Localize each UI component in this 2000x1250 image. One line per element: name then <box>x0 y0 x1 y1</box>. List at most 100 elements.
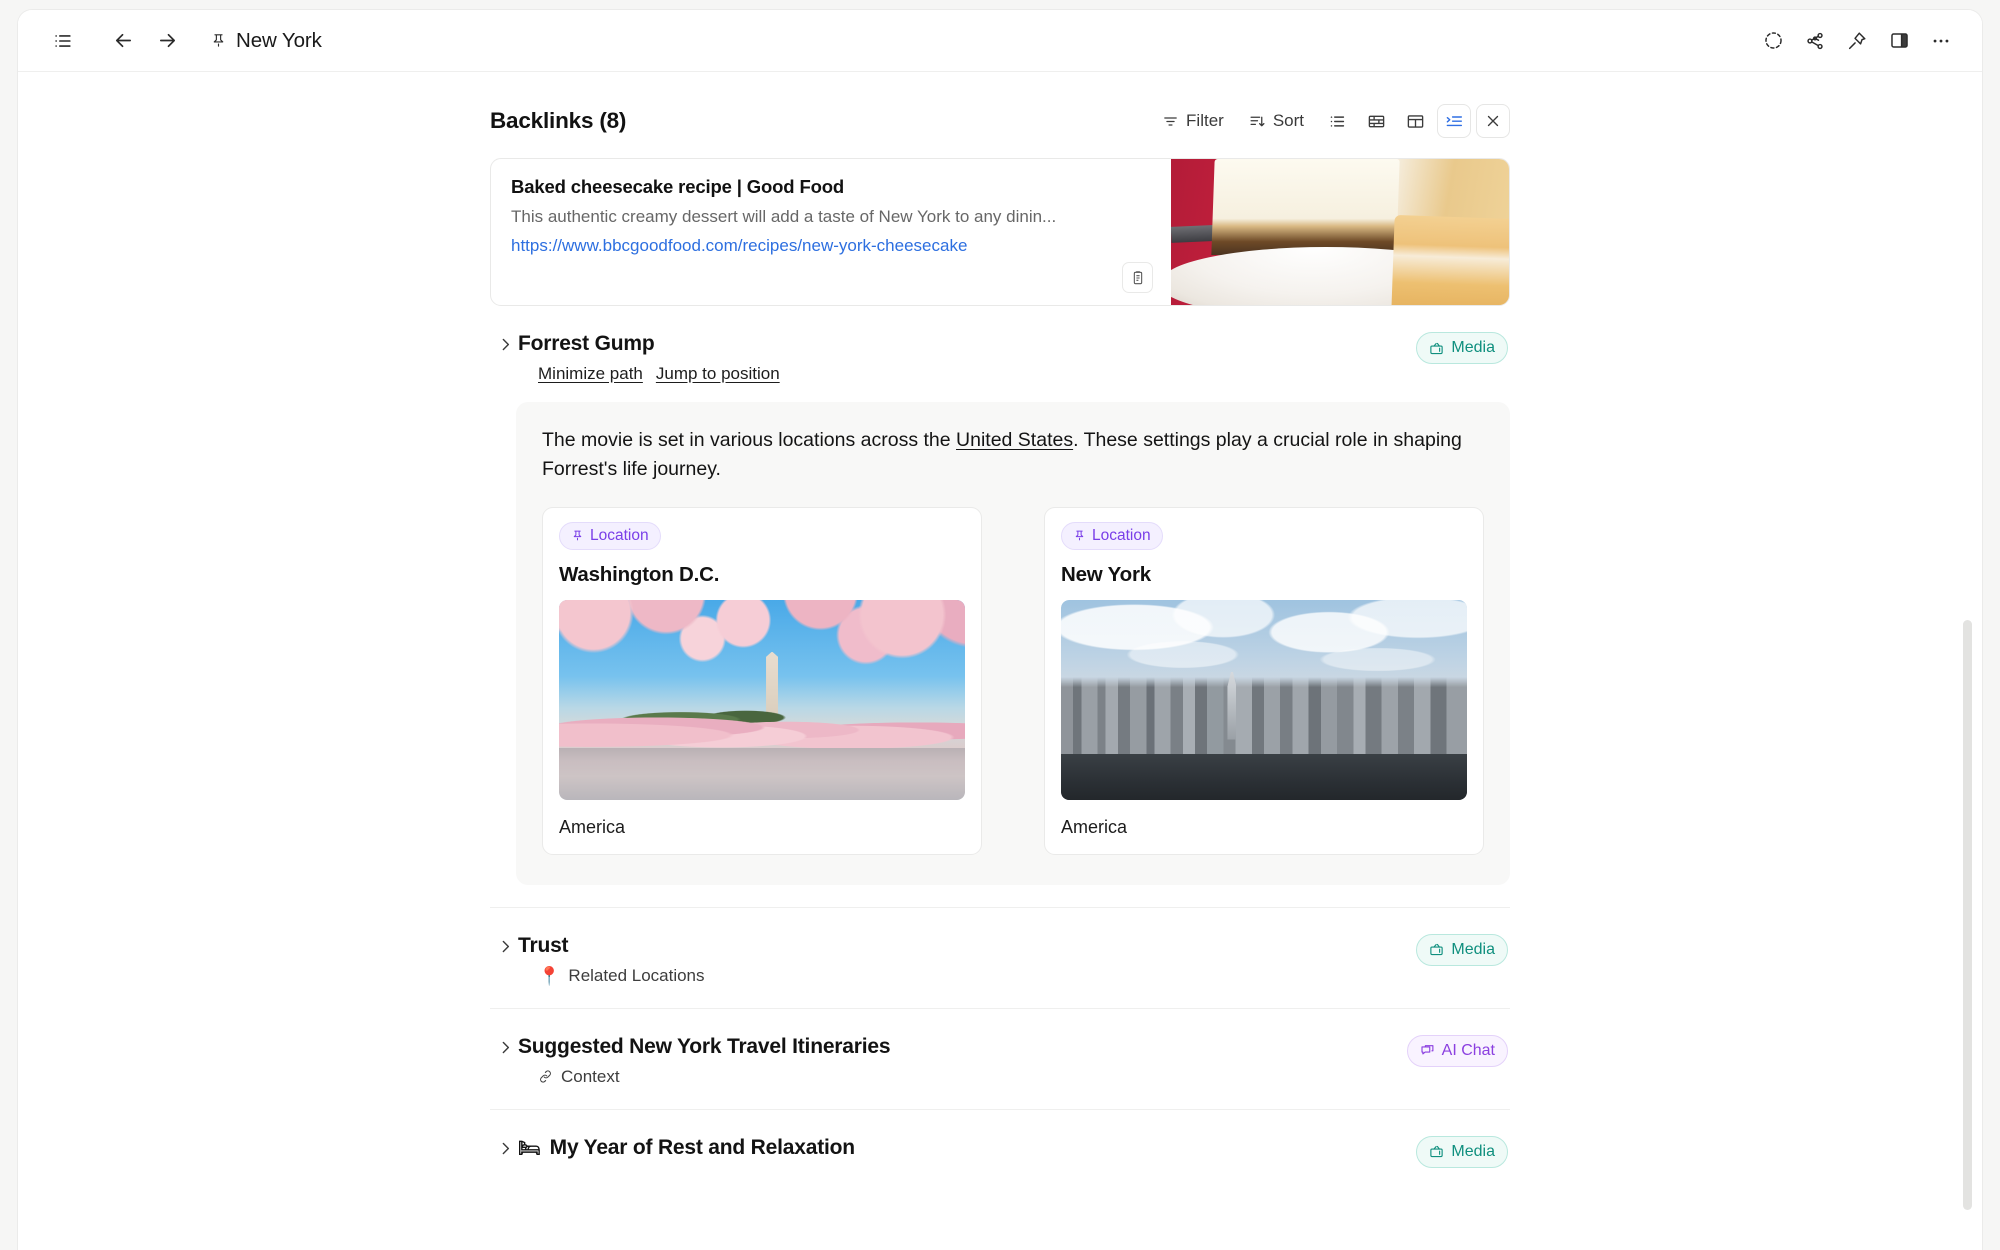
chat-bubble-icon <box>1420 1043 1435 1058</box>
backlinks-toolbar: Filter Sort <box>1151 104 1510 138</box>
section-header-row: Suggested New York Travel Itineraries Co… <box>490 1034 1510 1087</box>
table-view-button[interactable] <box>1398 104 1432 138</box>
document-title-breadcrumb[interactable]: New York <box>202 24 330 58</box>
bookmark-description: This authentic creamy dessert will add a… <box>511 207 1057 226</box>
filter-button[interactable]: Filter <box>1151 104 1235 138</box>
minimize-path-link[interactable]: Minimize path <box>538 364 643 384</box>
backlink-section-trust: Trust 📍 Related Locations Media <box>490 908 1510 1009</box>
badge-label: AI Chat <box>1441 1041 1495 1059</box>
bookmark-thumbnail <box>1171 159 1509 305</box>
location-image-wrapper <box>559 599 965 800</box>
location-pill: Location <box>559 521 661 550</box>
expand-chevron-icon[interactable] <box>492 1035 518 1056</box>
section-title[interactable]: Trust <box>518 934 1402 958</box>
section-subline-label: Related Locations <box>568 965 705 985</box>
location-pill: Location <box>1061 521 1163 550</box>
section-main: 🛏 My Year of Rest and Relaxation <box>518 1136 1402 1160</box>
list-menu-icon[interactable] <box>44 22 82 60</box>
link-icon <box>538 1069 553 1084</box>
section-body-panel: The movie is set in various locations ac… <box>516 402 1510 885</box>
sort-button[interactable]: Sort <box>1238 104 1315 138</box>
section-title[interactable]: Suggested New York Travel Itineraries <box>518 1035 1393 1059</box>
section-subline: 📍 Related Locations <box>518 966 1402 986</box>
status-badge-ai-chat[interactable]: AI Chat <box>1406 1034 1508 1067</box>
new-york-image <box>1061 599 1467 800</box>
vertical-scrollbar[interactable] <box>1963 620 1972 1210</box>
detail-view-button[interactable] <box>1437 104 1471 138</box>
location-pill-label: Location <box>590 526 649 544</box>
section-header-row: 🛏 My Year of Rest and Relaxation Media <box>490 1135 1510 1168</box>
location-caption: America <box>1061 816 1128 837</box>
bookmark-card[interactable]: Baked cheesecake recipe | Good Food This… <box>490 158 1510 306</box>
pin-icon[interactable] <box>1838 22 1876 60</box>
section-main: Suggested New York Travel Itineraries Co… <box>518 1035 1393 1087</box>
location-card-new-york[interactable]: Location New York America <box>1044 506 1484 855</box>
section-main: Trust 📍 Related Locations <box>518 934 1402 986</box>
content-scroll-area[interactable]: Backlinks (8) Filter Sort Baked cheeseca… <box>18 72 1982 1250</box>
bookmark-text: Baked cheesecake recipe | Good Food This… <box>491 159 1171 305</box>
tv-icon <box>1429 341 1444 356</box>
top-bar-left-group: New York <box>44 22 330 60</box>
location-name: Washington D.C. <box>559 562 720 586</box>
section-actions: Minimize path Jump to position <box>518 364 1402 384</box>
page-title: New York <box>236 28 322 52</box>
frame-dashed-circle-icon[interactable] <box>1754 22 1792 60</box>
pin-icon <box>571 529 584 542</box>
badge-label: Media <box>1451 339 1495 356</box>
paragraph-text-before: The movie is set in various locations ac… <box>542 429 957 451</box>
badge-label: Media <box>1451 1142 1495 1160</box>
filter-icon <box>1162 113 1179 130</box>
section-title[interactable]: Forrest Gump <box>518 332 1402 356</box>
location-card-washington-dc[interactable]: Location Washington D.C. America <box>542 506 982 855</box>
backlink-section-itineraries: Suggested New York Travel Itineraries Co… <box>490 1009 1510 1110</box>
top-bar: New York <box>18 10 1982 72</box>
section-subline: Context <box>518 1067 1393 1087</box>
jump-to-position-link[interactable]: Jump to position <box>656 364 780 384</box>
bookmark-url[interactable]: https://www.bbcgoodfood.com/recipes/new-… <box>511 236 1151 256</box>
content-column: Backlinks (8) Filter Sort Baked cheeseca… <box>490 72 1510 1168</box>
location-cards: Location Washington D.C. America Locatio… <box>542 506 1484 855</box>
tv-icon <box>1429 1144 1444 1159</box>
backlink-section-forrest-gump: Forrest Gump Minimize path Jump to posit… <box>490 306 1510 908</box>
section-header-row: Forrest Gump Minimize path Jump to posit… <box>490 332 1510 384</box>
bookmark-title: Baked cheesecake recipe | Good Food <box>511 176 845 197</box>
graph-nodes-icon[interactable] <box>1796 22 1834 60</box>
gallery-view-button[interactable] <box>1359 104 1393 138</box>
section-title[interactable]: 🛏 My Year of Rest and Relaxation <box>518 1136 1402 1160</box>
more-options-icon[interactable] <box>1922 22 1960 60</box>
washington-dc-image <box>559 599 965 800</box>
tv-icon <box>1429 942 1444 957</box>
backlinks-title: Backlinks (8) <box>490 108 627 133</box>
sort-label: Sort <box>1272 111 1304 130</box>
expand-chevron-icon[interactable] <box>492 1136 518 1157</box>
right-panel-icon[interactable] <box>1880 22 1918 60</box>
status-badge-media[interactable]: Media <box>1416 933 1508 966</box>
location-pin-emoji-icon: 📍 <box>538 965 561 986</box>
pin-icon <box>210 32 227 49</box>
expand-chevron-icon[interactable] <box>492 934 518 955</box>
back-button[interactable] <box>104 22 142 60</box>
bed-emoji-icon: 🛏 <box>518 1137 541 1158</box>
section-title-label: My Year of Rest and Relaxation <box>549 1135 855 1159</box>
list-view-button[interactable] <box>1320 104 1354 138</box>
status-badge-media[interactable]: Media <box>1416 1135 1508 1168</box>
location-name: New York <box>1061 562 1151 586</box>
section-paragraph: The movie is set in various locations ac… <box>542 426 1482 485</box>
copy-link-button[interactable] <box>1122 262 1153 293</box>
top-bar-right-group <box>1754 22 1960 60</box>
expand-chevron-icon[interactable] <box>492 332 518 353</box>
location-pill-label: Location <box>1092 526 1151 544</box>
location-image-wrapper <box>1061 599 1467 800</box>
close-backlinks-button[interactable] <box>1476 104 1510 138</box>
section-main: Forrest Gump Minimize path Jump to posit… <box>518 332 1402 384</box>
app-window: New York Backlinks (8) Filter Sort Baked… <box>18 10 1982 1250</box>
united-states-link[interactable]: United States <box>956 429 1073 451</box>
pin-icon <box>1073 529 1086 542</box>
status-badge-media[interactable]: Media <box>1416 332 1508 364</box>
badge-label: Media <box>1451 940 1495 958</box>
section-subline-label: Context <box>561 1066 620 1086</box>
backlinks-header: Backlinks (8) Filter Sort <box>490 104 1510 138</box>
filter-label: Filter <box>1186 111 1224 130</box>
forward-button[interactable] <box>148 22 186 60</box>
sort-icon <box>1249 113 1266 130</box>
